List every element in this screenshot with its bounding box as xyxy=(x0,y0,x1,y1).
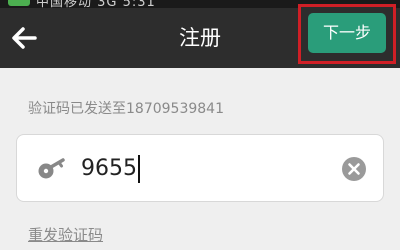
back-button[interactable] xyxy=(4,16,44,60)
verification-code-field[interactable]: 9655 xyxy=(16,134,384,202)
clear-icon[interactable] xyxy=(341,156,367,182)
code-sent-label: 验证码已发送至18709539841 xyxy=(28,101,224,117)
status-text: 中国移动 3G 5:31 xyxy=(36,0,156,8)
arrow-left-icon xyxy=(12,27,37,49)
resend-code-link[interactable]: 重发验证码 xyxy=(28,224,103,245)
key-icon xyxy=(38,158,65,179)
code-value-text: 9655 xyxy=(81,156,137,181)
next-step-button[interactable]: 下一步 xyxy=(308,13,386,53)
verification-code-input[interactable]: 9655 xyxy=(81,135,140,203)
signal-icon xyxy=(8,0,30,6)
text-caret xyxy=(138,155,140,183)
